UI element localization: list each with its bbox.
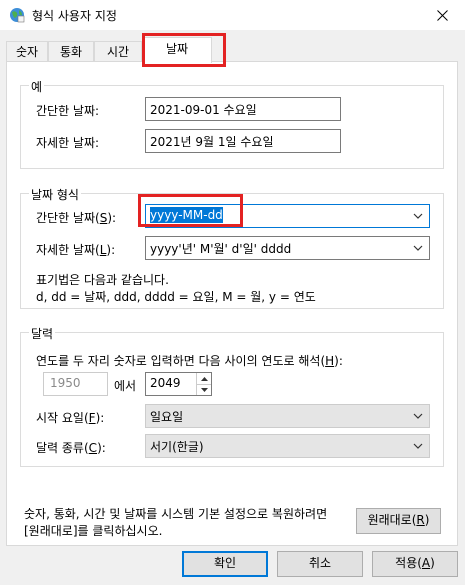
chevron-down-icon: [413, 213, 423, 219]
notation-line-1: 표기법은 다음과 같습니다.: [36, 273, 169, 287]
example-long-label: 자세한 날짜:: [36, 136, 100, 150]
apply-button[interactable]: 적용(A): [372, 551, 458, 577]
tab-currency[interactable]: 통화: [48, 41, 94, 62]
title-bar: 형식 사용자 지정: [0, 0, 465, 30]
example-legend: 예: [29, 78, 45, 95]
reset-button[interactable]: 원래대로(R): [356, 508, 441, 534]
calendar-legend: 달력: [29, 325, 56, 342]
calendar-type-label: 달력 종류(C):: [36, 441, 106, 455]
short-date-label: 간단한 날짜(S):: [36, 211, 117, 225]
calendar-type-combo[interactable]: 서기(한글): [145, 434, 430, 458]
example-short-value: 2021-09-01 수요일: [145, 97, 341, 121]
year-to-value: 2049: [150, 376, 181, 390]
tab-highlight-box: [142, 33, 226, 67]
tab-number[interactable]: 숫자: [6, 41, 48, 62]
caret-up-icon: [200, 376, 208, 381]
first-day-combo[interactable]: 일요일: [145, 404, 430, 428]
calendar-type-value: 서기(한글): [150, 440, 204, 454]
tab-time[interactable]: 시간: [94, 41, 142, 62]
reset-hint-line-1: 숫자, 통화, 시간 및 날짜를 시스템 기본 설정으로 복원하려면: [24, 507, 328, 521]
date-format-legend: 날짜 형식: [29, 186, 81, 203]
close-icon: [436, 9, 448, 21]
close-button[interactable]: [419, 0, 465, 30]
ok-button[interactable]: 확인: [182, 551, 268, 577]
short-date-highlight-box: [138, 194, 243, 227]
spin-down-button[interactable]: [197, 384, 211, 395]
year-between-label: 에서: [114, 379, 137, 393]
notation-line-2: d, dd = 날짜, ddd, dddd = 요일, M = 월, y = 연…: [36, 290, 316, 304]
chevron-down-icon: [413, 245, 423, 251]
reset-hint-line-2: [원래대로]를 클릭하십시오.: [24, 524, 163, 538]
year-from-field: 1950: [43, 372, 108, 396]
long-date-format-value: yyyy'년' M'월' d'일' dddd: [150, 242, 292, 256]
first-day-label: 시작 요일(F):: [36, 411, 105, 425]
first-day-value: 일요일: [150, 410, 184, 424]
two-digit-year-label: 연도를 두 자리 숫자로 입력하면 다음 사이의 연도로 해석(H):: [36, 354, 343, 368]
window-title: 형식 사용자 지정: [32, 9, 117, 23]
long-date-label: 자세한 날짜(L):: [36, 243, 116, 257]
year-to-spinner[interactable]: 2049: [145, 372, 212, 396]
chevron-down-icon: [413, 413, 423, 419]
caret-down-icon: [200, 387, 208, 392]
long-date-format-combo[interactable]: yyyy'년' M'월' d'일' dddd: [145, 236, 430, 260]
example-short-label: 간단한 날짜:: [36, 104, 100, 118]
chevron-down-icon: [413, 443, 423, 449]
globe-icon: [10, 8, 25, 23]
tab-panel-date: 예 간단한 날짜: 2021-09-01 수요일 자세한 날짜: 2021년 9…: [6, 61, 458, 546]
cancel-button[interactable]: 취소: [277, 551, 363, 577]
example-long-value: 2021년 9월 1일 수요일: [145, 129, 341, 153]
tab-bar: 숫자 통화 시간 날짜: [6, 37, 458, 63]
